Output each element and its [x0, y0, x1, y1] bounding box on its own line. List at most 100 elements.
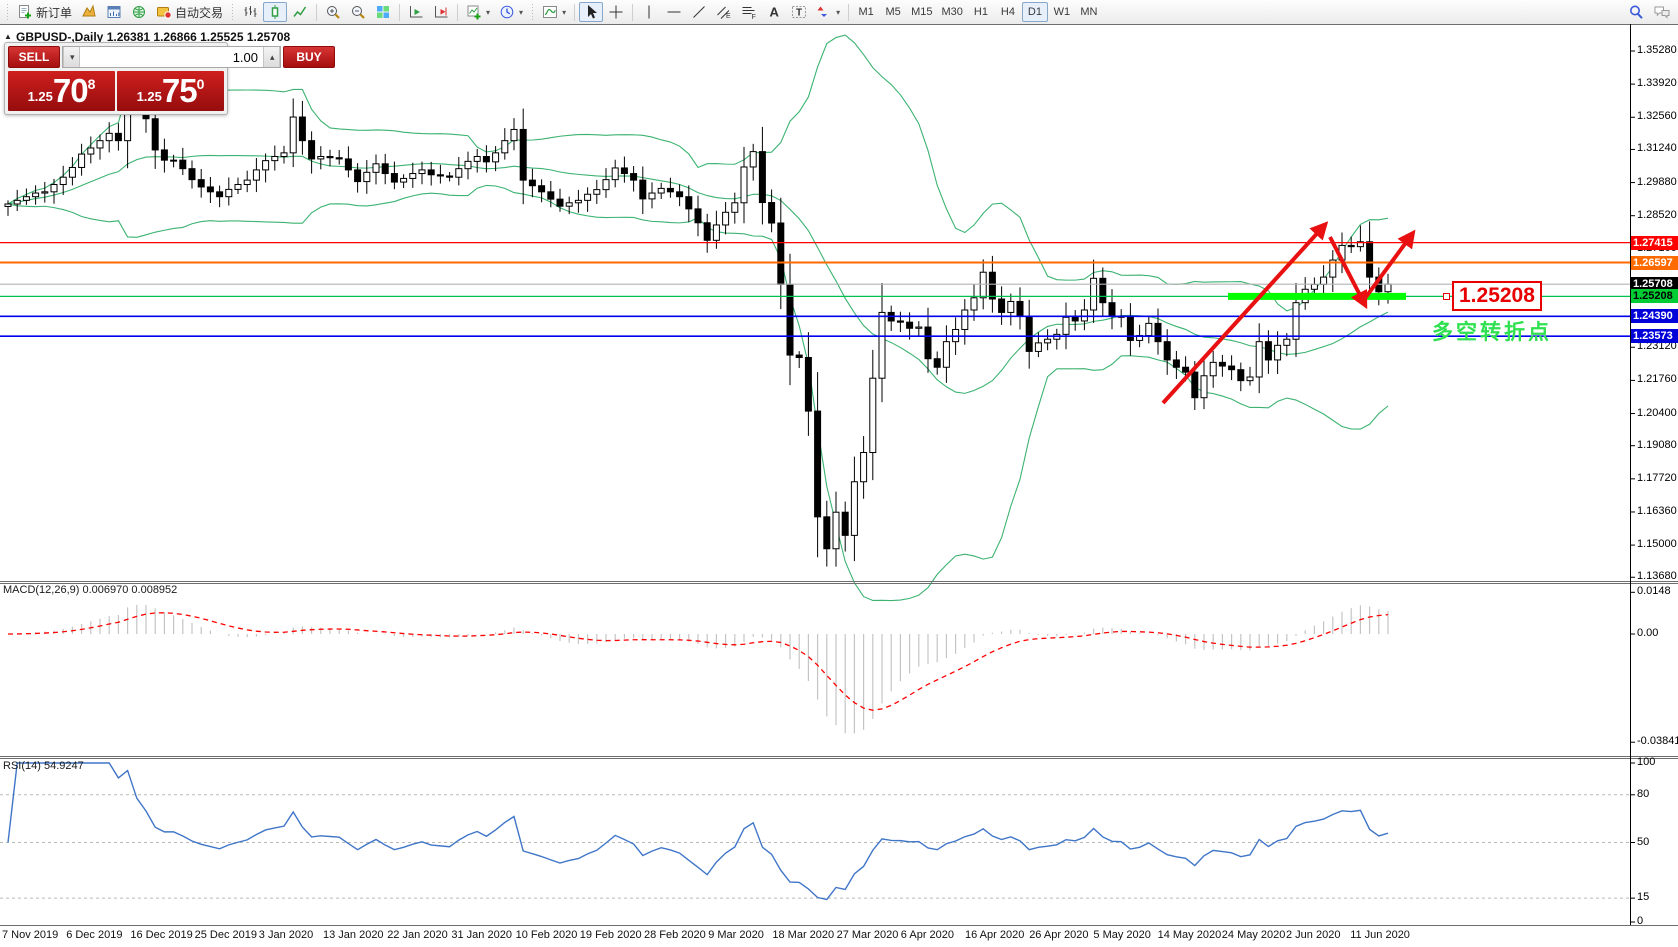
candle-body — [235, 185, 241, 190]
timeframe-button-h4[interactable]: H4 — [995, 2, 1021, 22]
line-chart-icon — [292, 4, 308, 20]
cursor-button[interactable] — [579, 2, 603, 22]
auto-scroll-button[interactable] — [404, 2, 428, 22]
candle-body — [1219, 362, 1225, 366]
candle-body — [272, 156, 278, 160]
candle-body — [364, 172, 370, 181]
crosshair-button[interactable] — [604, 2, 628, 22]
level-price-annotation: 1.25208 — [1452, 281, 1542, 311]
svg-text:F: F — [752, 14, 756, 20]
clock-icon — [499, 4, 515, 20]
horizontal-line-tool-button[interactable] — [662, 2, 686, 22]
price-tick-label: 1.28520 — [1637, 209, 1677, 221]
candle-body — [1201, 376, 1207, 398]
new-order-button[interactable]: 新订单 — [13, 2, 76, 22]
candlestick-chart-button[interactable] — [263, 2, 287, 22]
auto-trading-button[interactable]: 自动交易 — [152, 2, 227, 22]
profiles-button[interactable]: ▾ — [495, 2, 527, 22]
candle-body — [612, 168, 618, 180]
chart-canvas[interactable] — [0, 24, 1678, 947]
date-label: 6 Apr 2020 — [901, 929, 954, 941]
price-tag: 1.25208 — [1631, 289, 1678, 303]
buy-price-big: 75 — [162, 72, 197, 110]
buy-button[interactable]: BUY — [283, 46, 335, 68]
text-tool-button[interactable]: A — [762, 2, 786, 22]
candle-body — [1045, 339, 1051, 343]
candle-body — [217, 192, 223, 197]
vertical-line-tool-button[interactable] — [637, 2, 661, 22]
candle-body — [1247, 377, 1253, 381]
auto-trading-icon — [156, 4, 172, 20]
rsi-tick-label: 50 — [1637, 836, 1649, 848]
candle-body — [1109, 303, 1115, 316]
macd-tick-label: 0.0148 — [1637, 585, 1671, 597]
fibonacci-tool-button[interactable]: F — [737, 2, 761, 22]
crosshair-icon — [608, 4, 624, 20]
candle-body — [805, 357, 811, 411]
navigator-button[interactable] — [127, 2, 151, 22]
svg-text:E: E — [726, 13, 731, 20]
zoom-out-button[interactable] — [346, 2, 370, 22]
volume-decrease-button[interactable]: ▾ — [63, 47, 80, 67]
candle-body — [1155, 323, 1161, 341]
candle-body — [962, 310, 968, 329]
timeframe-button-m15[interactable]: M15 — [907, 2, 936, 22]
date-label: 3 Jan 2020 — [259, 929, 313, 941]
candle-body — [1183, 367, 1189, 372]
candle-body — [686, 197, 692, 209]
candle-body — [60, 177, 66, 184]
candle-body — [759, 152, 765, 203]
rsi-label: RSI(14) 54.9247 — [3, 760, 84, 772]
trendline-tool-button[interactable] — [687, 2, 711, 22]
timeframe-button-m5[interactable]: M5 — [880, 2, 906, 22]
timeframe-button-d1[interactable]: D1 — [1022, 2, 1048, 22]
candle-body — [943, 342, 949, 368]
chart-shift-button[interactable] — [429, 2, 453, 22]
candle-body — [741, 167, 747, 203]
volume-input[interactable] — [80, 47, 263, 67]
candle-body — [23, 197, 29, 201]
toolbar-grip — [530, 4, 535, 20]
candle-body — [989, 272, 995, 299]
date-label: 24 May 2020 — [1222, 929, 1286, 941]
candle-body — [1035, 343, 1041, 352]
search-button[interactable] — [1624, 2, 1648, 22]
line-chart-button[interactable] — [288, 2, 312, 22]
candle-body — [88, 148, 94, 154]
timeframe-button-w1[interactable]: W1 — [1049, 2, 1075, 22]
date-label: 5 May 2020 — [1093, 929, 1150, 941]
chat-button[interactable] — [1649, 2, 1675, 22]
candle-body — [1146, 323, 1152, 335]
price-tag: 1.27415 — [1631, 236, 1678, 250]
volume-increase-button[interactable]: ▴ — [263, 47, 280, 67]
candle-body — [1072, 317, 1078, 321]
svg-text:T: T — [796, 8, 802, 19]
sell-button[interactable]: SELL — [8, 46, 60, 68]
candle-body — [493, 153, 499, 162]
buy-quote-box[interactable]: 1.25 75 0 — [117, 71, 224, 111]
candle-body — [529, 180, 535, 186]
shapes-tool-button[interactable]: ▾ — [812, 2, 844, 22]
candle-body — [861, 453, 867, 482]
tile-windows-button[interactable] — [371, 2, 395, 22]
bar-chart-button[interactable] — [238, 2, 262, 22]
equidistant-channel-button[interactable]: E — [712, 2, 736, 22]
price-tick-label: 1.35280 — [1637, 44, 1677, 56]
market-watch-button[interactable] — [77, 2, 101, 22]
candle-body — [1210, 362, 1216, 375]
zoom-in-button[interactable] — [321, 2, 345, 22]
new-chart-button[interactable]: ▾ — [462, 2, 494, 22]
candle-body — [704, 223, 710, 241]
timeframe-button-mn[interactable]: MN — [1076, 2, 1102, 22]
data-window-button[interactable] — [102, 2, 126, 22]
candle-body — [373, 164, 379, 173]
candle-body — [1311, 284, 1317, 289]
sell-quote-box[interactable]: 1.25 70 8 — [8, 71, 115, 111]
timeframe-button-m30[interactable]: M30 — [938, 2, 967, 22]
timeframe-button-m1[interactable]: M1 — [853, 2, 879, 22]
text-label-tool-button[interactable]: T — [787, 2, 811, 22]
candle-body — [207, 187, 213, 192]
timeframe-button-h1[interactable]: H1 — [968, 2, 994, 22]
candle-body — [106, 133, 112, 140]
indicators-button[interactable]: ▾ — [538, 2, 570, 22]
